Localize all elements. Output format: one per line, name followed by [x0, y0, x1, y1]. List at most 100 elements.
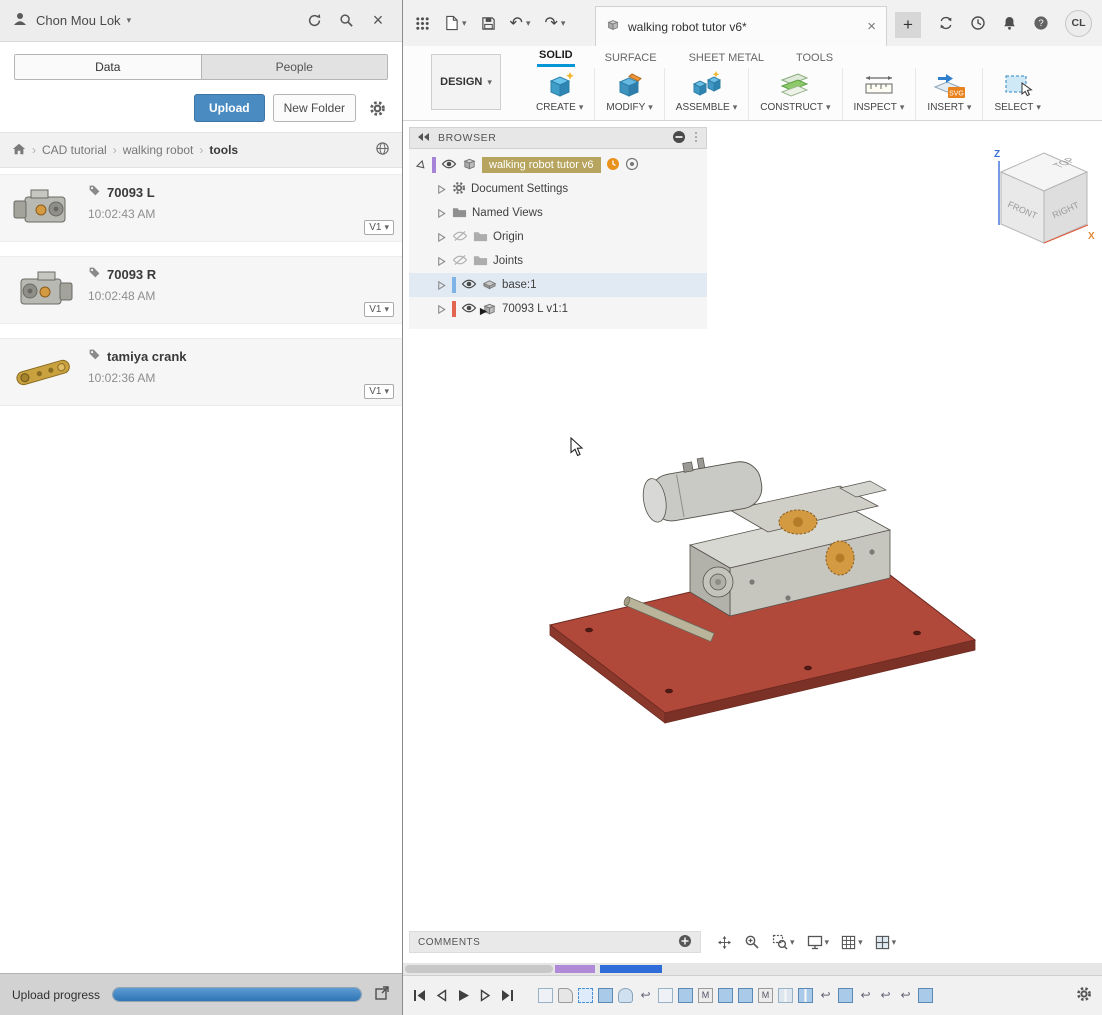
visibility-off-eye-icon[interactable]: [452, 254, 468, 269]
activate-component-radio-icon[interactable]: [625, 157, 639, 174]
timeline-settings-gear-icon[interactable]: [1076, 986, 1092, 1005]
tab-solid[interactable]: SOLID: [537, 49, 575, 67]
root-component-name[interactable]: walking robot tutor v6: [482, 157, 601, 173]
expand-arrow-icon[interactable]: [435, 207, 447, 219]
construct-menu[interactable]: CONSTRUCT▾: [749, 68, 842, 120]
new-folder-button[interactable]: New Folder: [273, 94, 356, 122]
grid-snaps-icon[interactable]: ▾: [841, 935, 863, 950]
tab-sheet-metal[interactable]: SHEET METAL: [687, 52, 766, 67]
globe-icon[interactable]: [375, 141, 390, 159]
go-to-start-button[interactable]: [413, 989, 426, 1002]
timeline-marker-blue[interactable]: [600, 965, 662, 973]
add-comment-icon[interactable]: [678, 934, 692, 951]
collapse-panel-icon[interactable]: [417, 131, 431, 145]
refresh-icon[interactable]: [302, 9, 326, 33]
timeline-feature-box-icon[interactable]: [538, 988, 553, 1003]
browser-row-70093-l[interactable]: 70093 L v1:1: [409, 297, 707, 321]
select-menu[interactable]: SELECT▾: [983, 68, 1051, 120]
timeline-feature-arrow-icon[interactable]: ↩: [818, 988, 833, 1003]
account-menu[interactable]: Chon Mou Lok ▾: [36, 13, 131, 28]
data-panel-settings-gear-icon[interactable]: [364, 95, 390, 121]
version-dropdown[interactable]: V1▾: [364, 220, 394, 235]
close-panel-icon[interactable]: ×: [366, 9, 390, 33]
data-item-70093-r[interactable]: 70093 R 10:02:48 AM V1▾: [0, 256, 402, 324]
timeline-feature-box-fill-icon[interactable]: [738, 988, 753, 1003]
browser-row-joints[interactable]: Joints: [409, 249, 707, 273]
tab-surface[interactable]: SURFACE: [603, 52, 659, 67]
timeline-feature-box-fill-icon[interactable]: [918, 988, 933, 1003]
undo-icon[interactable]: ↶▾: [510, 13, 531, 33]
job-status-icon[interactable]: [938, 15, 954, 31]
timeline-feature-box-icon[interactable]: [658, 988, 673, 1003]
expand-arrow-icon[interactable]: [435, 183, 447, 195]
timeline-feature-m-icon[interactable]: M: [758, 988, 773, 1003]
timeline-feature-box-fill-icon[interactable]: [718, 988, 733, 1003]
insert-menu[interactable]: SVG INSERT▾: [916, 68, 983, 120]
assemble-menu[interactable]: ASSEMBLE▾: [665, 68, 749, 120]
tab-people[interactable]: People: [202, 55, 388, 79]
inspect-menu[interactable]: INSPECT▾: [843, 68, 917, 120]
help-icon[interactable]: ?: [1033, 15, 1049, 31]
data-item-70093-l[interactable]: 70093 L 10:02:43 AM V1▾: [0, 174, 402, 242]
display-settings-icon[interactable]: ▾: [807, 935, 830, 950]
timeline-feature-box-fill-icon[interactable]: [598, 988, 613, 1003]
step-forward-button[interactable]: [479, 989, 492, 1002]
tab-data[interactable]: Data: [15, 55, 202, 79]
play-button[interactable]: [457, 989, 470, 1002]
close-tab-icon[interactable]: ×: [867, 18, 876, 35]
home-icon[interactable]: [12, 142, 26, 159]
view-cube[interactable]: Z TOP FRONT RIGHT X: [988, 145, 1100, 257]
workspace-dropdown[interactable]: DESIGN▾: [431, 54, 501, 110]
expand-arrow-icon[interactable]: [435, 303, 447, 315]
zoom-icon[interactable]: [744, 934, 760, 950]
modify-menu[interactable]: MODIFY▾: [595, 68, 664, 120]
app-grid-icon[interactable]: [415, 16, 430, 31]
browser-row-origin[interactable]: Origin: [409, 225, 707, 249]
timeline-feature-arrow-icon[interactable]: ↩: [638, 988, 653, 1003]
3d-model-gearbox-on-plate[interactable]: [540, 450, 980, 753]
viewports-icon[interactable]: ▾: [875, 935, 897, 950]
timeline-feature-cyl-icon[interactable]: [618, 988, 633, 1003]
timeline-feature-arrow-icon[interactable]: ↩: [898, 988, 913, 1003]
timeline-feature-box-dashed-icon[interactable]: [578, 988, 593, 1003]
breadcrumb-cad-tutorial[interactable]: CAD tutorial: [42, 143, 107, 157]
user-avatar[interactable]: CL: [1065, 10, 1092, 37]
clock-history-icon[interactable]: [970, 15, 986, 31]
pan-icon[interactable]: [717, 935, 732, 950]
step-back-button[interactable]: [435, 989, 448, 1002]
timeline-feature-box-fill-icon[interactable]: [838, 988, 853, 1003]
document-tab[interactable]: walking robot tutor v6* ×: [595, 6, 887, 46]
panel-grip-icon[interactable]: [693, 130, 699, 147]
timeline-feature-arrow-icon[interactable]: ↩: [878, 988, 893, 1003]
visibility-eye-icon[interactable]: [441, 158, 457, 173]
timeline-feature-flag-icon[interactable]: [558, 988, 573, 1003]
browser-root-row[interactable]: walking robot tutor v6: [409, 153, 707, 177]
3d-viewport-canvas[interactable]: BROWSER walking robot tutor v6: [403, 121, 1102, 963]
go-to-end-button[interactable]: [501, 989, 514, 1002]
redo-icon[interactable]: ↷▾: [544, 13, 565, 33]
version-dropdown[interactable]: V1▾: [364, 384, 394, 399]
timeline-feature-pair-icon[interactable]: [778, 988, 793, 1003]
open-upload-window-icon[interactable]: [374, 985, 390, 1004]
hide-panel-icon[interactable]: [672, 130, 686, 147]
expand-arrow-icon[interactable]: [415, 159, 427, 171]
expand-arrow-icon[interactable]: [435, 231, 447, 243]
data-item-tamiya-crank[interactable]: tamiya crank 10:02:36 AM V1▾: [0, 338, 402, 406]
timeline-feature-arrow-icon[interactable]: ↩: [858, 988, 873, 1003]
create-menu[interactable]: CREATE▾: [525, 68, 595, 120]
timeline-marker-purple[interactable]: [555, 965, 595, 973]
expand-arrow-icon[interactable]: [435, 255, 447, 267]
timeline-feature-pair-fill-icon[interactable]: [798, 988, 813, 1003]
visibility-eye-icon[interactable]: [461, 278, 477, 293]
browser-row-base[interactable]: base:1: [409, 273, 707, 297]
timeline-feature-m-icon[interactable]: M: [698, 988, 713, 1003]
visibility-eye-icon[interactable]: [461, 302, 477, 317]
save-icon[interactable]: [481, 16, 496, 31]
comments-bar[interactable]: COMMENTS: [409, 931, 701, 953]
version-dropdown[interactable]: V1▾: [364, 302, 394, 317]
new-tab-button[interactable]: +: [895, 12, 921, 38]
timeline-scrollbar-thumb[interactable]: [405, 965, 553, 973]
fit-view-icon[interactable]: ▾: [772, 934, 795, 950]
timeline-feature-box-fill-icon[interactable]: [678, 988, 693, 1003]
file-menu-icon[interactable]: ▾: [444, 15, 467, 31]
